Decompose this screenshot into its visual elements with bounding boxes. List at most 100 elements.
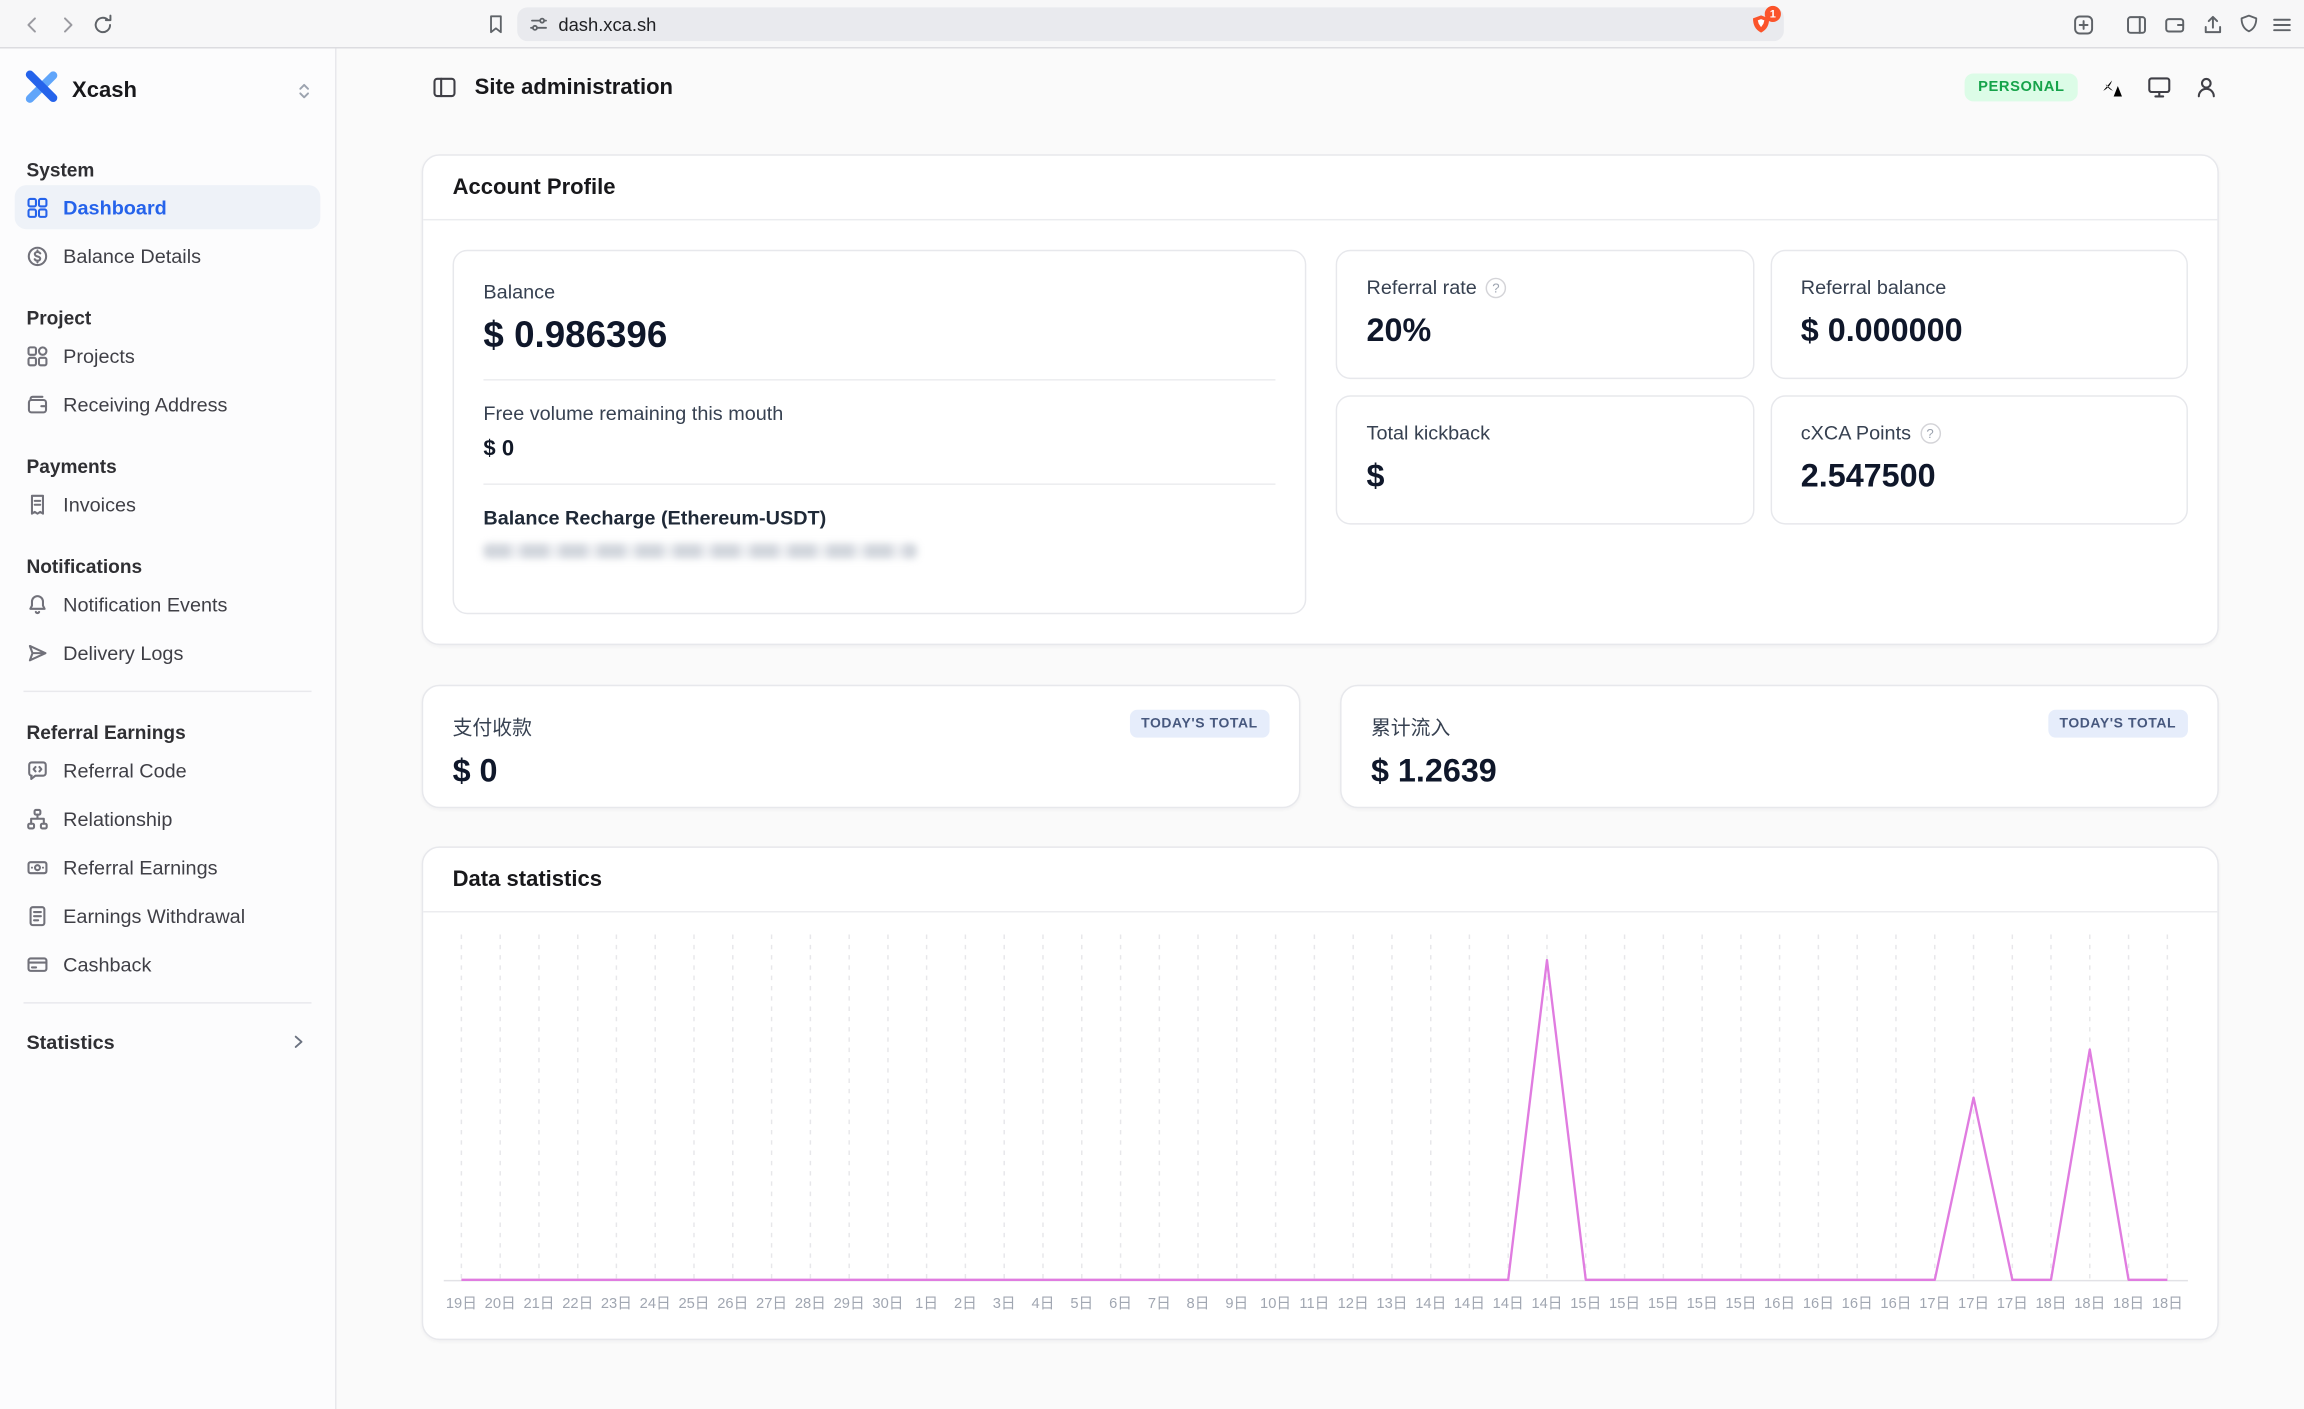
browser-window: dash.xca.sh 1 <box>0 0 2304 1409</box>
recharge-address-redacted[interactable] <box>483 544 916 559</box>
svg-text:15日: 15日 <box>1725 1296 1756 1312</box>
wallet-icon[interactable] <box>2160 10 2188 38</box>
sidebar-toggle-icon[interactable] <box>2122 10 2150 38</box>
address-bar[interactable]: dash.xca.sh 1 <box>517 7 1784 41</box>
receive-wallet-icon <box>26 393 48 415</box>
svg-text:20日: 20日 <box>485 1296 516 1312</box>
ai-assistant-icon[interactable] <box>2069 10 2097 38</box>
svg-text:14日: 14日 <box>1531 1296 1562 1312</box>
cxca-points-card: cXCA Points? 2.547500 <box>1770 395 2188 524</box>
svg-text:1日: 1日 <box>915 1296 938 1312</box>
svg-text:13日: 13日 <box>1376 1296 1407 1312</box>
app-frame: Xcash System Dashboard Balance Details P… <box>0 48 2304 1409</box>
help-icon[interactable]: ? <box>1486 277 1507 298</box>
chevron-right-icon <box>288 1032 309 1053</box>
total-kickback-card: Total kickback $ <box>1336 395 1754 524</box>
sidebar-item-cashback[interactable]: Cashback <box>15 942 321 986</box>
payments-received-value: $ 0 <box>453 752 1270 790</box>
svg-text:15日: 15日 <box>1648 1296 1679 1312</box>
sidebar-item-dashboard[interactable]: Dashboard <box>15 185 321 229</box>
share-icon[interactable] <box>2198 10 2226 38</box>
svg-text:3日: 3日 <box>993 1296 1016 1312</box>
vpn-shield-icon[interactable] <box>2235 10 2263 38</box>
help-icon[interactable]: ? <box>1920 422 1941 443</box>
sidebar-item-label: Cashback <box>63 953 151 975</box>
svg-text:15日: 15日 <box>1570 1296 1601 1312</box>
sidebar-divider <box>24 1002 312 1003</box>
cumulative-inflow-label: 累计流入 <box>1371 717 1450 739</box>
referral-rate-label: Referral rate <box>1367 276 1477 298</box>
sidebar-item-referral-earnings[interactable]: Referral Earnings <box>15 845 321 889</box>
brand-name: Xcash <box>72 78 137 103</box>
svg-text:9日: 9日 <box>1225 1296 1248 1312</box>
card-title: Data statistics <box>423 848 2217 913</box>
divider <box>483 483 1275 484</box>
account-profile-card: Account Profile Balance $ 0.986396 Free … <box>422 154 2219 645</box>
personal-badge: PERSONAL <box>1965 73 2078 101</box>
brave-shield-icon[interactable]: 1 <box>1750 12 1772 36</box>
svg-text:18日: 18日 <box>2113 1296 2144 1312</box>
cumulative-inflow-card: 累计流入 TODAY'S TOTAL $ 1.2639 <box>1340 685 2219 808</box>
sidebar-item-label: Balance Details <box>63 245 201 267</box>
todays-total-badge: TODAY'S TOTAL <box>1129 710 1269 738</box>
sidebar-item-delivery-logs[interactable]: Delivery Logs <box>15 630 321 674</box>
free-volume-value: $ 0 <box>483 436 1275 461</box>
svg-text:14日: 14日 <box>1454 1296 1485 1312</box>
sidebar-item-invoices[interactable]: Invoices <box>15 482 321 526</box>
sidebar-item-statistics[interactable]: Statistics <box>15 1020 321 1064</box>
cxca-points-value: 2.547500 <box>1801 457 2157 495</box>
svg-text:16日: 16日 <box>1842 1296 1873 1312</box>
browser-toolbar: dash.xca.sh 1 <box>0 0 2304 48</box>
svg-text:21日: 21日 <box>523 1296 554 1312</box>
free-volume-label: Free volume remaining this mouth <box>483 403 1275 425</box>
sidebar-item-referral-code[interactable]: Referral Code <box>15 748 321 792</box>
display-icon[interactable] <box>2147 74 2172 99</box>
sidebar-item-label: Earnings Withdrawal <box>63 904 245 926</box>
svg-text:11日: 11日 <box>1299 1296 1329 1312</box>
sidebar-item-label: Referral Code <box>63 759 186 781</box>
sidebar-item-label: Notification Events <box>63 593 227 615</box>
svg-text:12日: 12日 <box>1338 1296 1369 1312</box>
sidebar-item-label: Dashboard <box>63 196 167 218</box>
referral-balance-value: $ 0.000000 <box>1801 312 2157 350</box>
sidebar-item-earnings-withdrawal[interactable]: Earnings Withdrawal <box>15 893 321 937</box>
menu-icon[interactable] <box>2267 10 2295 38</box>
card-title: Account Profile <box>423 156 2217 221</box>
panel-left-icon[interactable] <box>432 74 457 99</box>
bookmark-icon[interactable] <box>482 10 510 38</box>
svg-text:7日: 7日 <box>1148 1296 1171 1312</box>
main-content: Site administration PERSONAL Account <box>336 48 2304 1409</box>
back-icon[interactable] <box>18 10 46 38</box>
user-icon[interactable] <box>2194 74 2219 99</box>
sidebar-divider <box>24 691 312 692</box>
chart-area: 19日20日21日22日23日24日25日26日27日28日29日30日1日2日… <box>423 912 2217 1340</box>
referral-rate-value: 20% <box>1367 312 1723 350</box>
sidebar-item-receiving-address[interactable]: Receiving Address <box>15 382 321 426</box>
sidebar-item-notification-events[interactable]: Notification Events <box>15 582 321 626</box>
svg-text:27日: 27日 <box>756 1296 787 1312</box>
svg-text:17日: 17日 <box>1919 1296 1950 1312</box>
svg-text:18日: 18日 <box>2074 1296 2105 1312</box>
forward-icon[interactable] <box>53 10 81 38</box>
sidebar: Xcash System Dashboard Balance Details P… <box>0 48 336 1409</box>
svg-text:18日: 18日 <box>2035 1296 2066 1312</box>
svg-text:2日: 2日 <box>954 1296 977 1312</box>
sidebar-item-relationship[interactable]: Relationship <box>15 796 321 840</box>
url-text[interactable]: dash.xca.sh <box>558 14 656 35</box>
svg-text:10日: 10日 <box>1260 1296 1291 1312</box>
language-icon[interactable] <box>2100 74 2125 99</box>
sidebar-item-projects[interactable]: Projects <box>15 334 321 378</box>
line-chart: 19日20日21日22日23日24日25日26日27日28日29日30日1日2日… <box>423 912 2217 1340</box>
xcash-logo <box>24 69 59 112</box>
svg-text:8日: 8日 <box>1187 1296 1210 1312</box>
workspace-switcher[interactable]: Xcash <box>15 48 321 129</box>
site-settings-icon[interactable] <box>529 15 548 34</box>
reload-icon[interactable] <box>88 10 116 38</box>
sidebar-item-balance-details[interactable]: Balance Details <box>15 234 321 278</box>
profile-metrics-grid: Referral rate? 20% Referral balance $ 0.… <box>1336 250 2188 614</box>
referral-balance-card: Referral balance $ 0.000000 <box>1770 250 2188 379</box>
credit-card-icon <box>26 953 48 975</box>
referral-rate-card: Referral rate? 20% <box>1336 250 1754 379</box>
svg-text:17日: 17日 <box>1958 1296 1989 1312</box>
sidebar-item-label: Invoices <box>63 493 136 515</box>
